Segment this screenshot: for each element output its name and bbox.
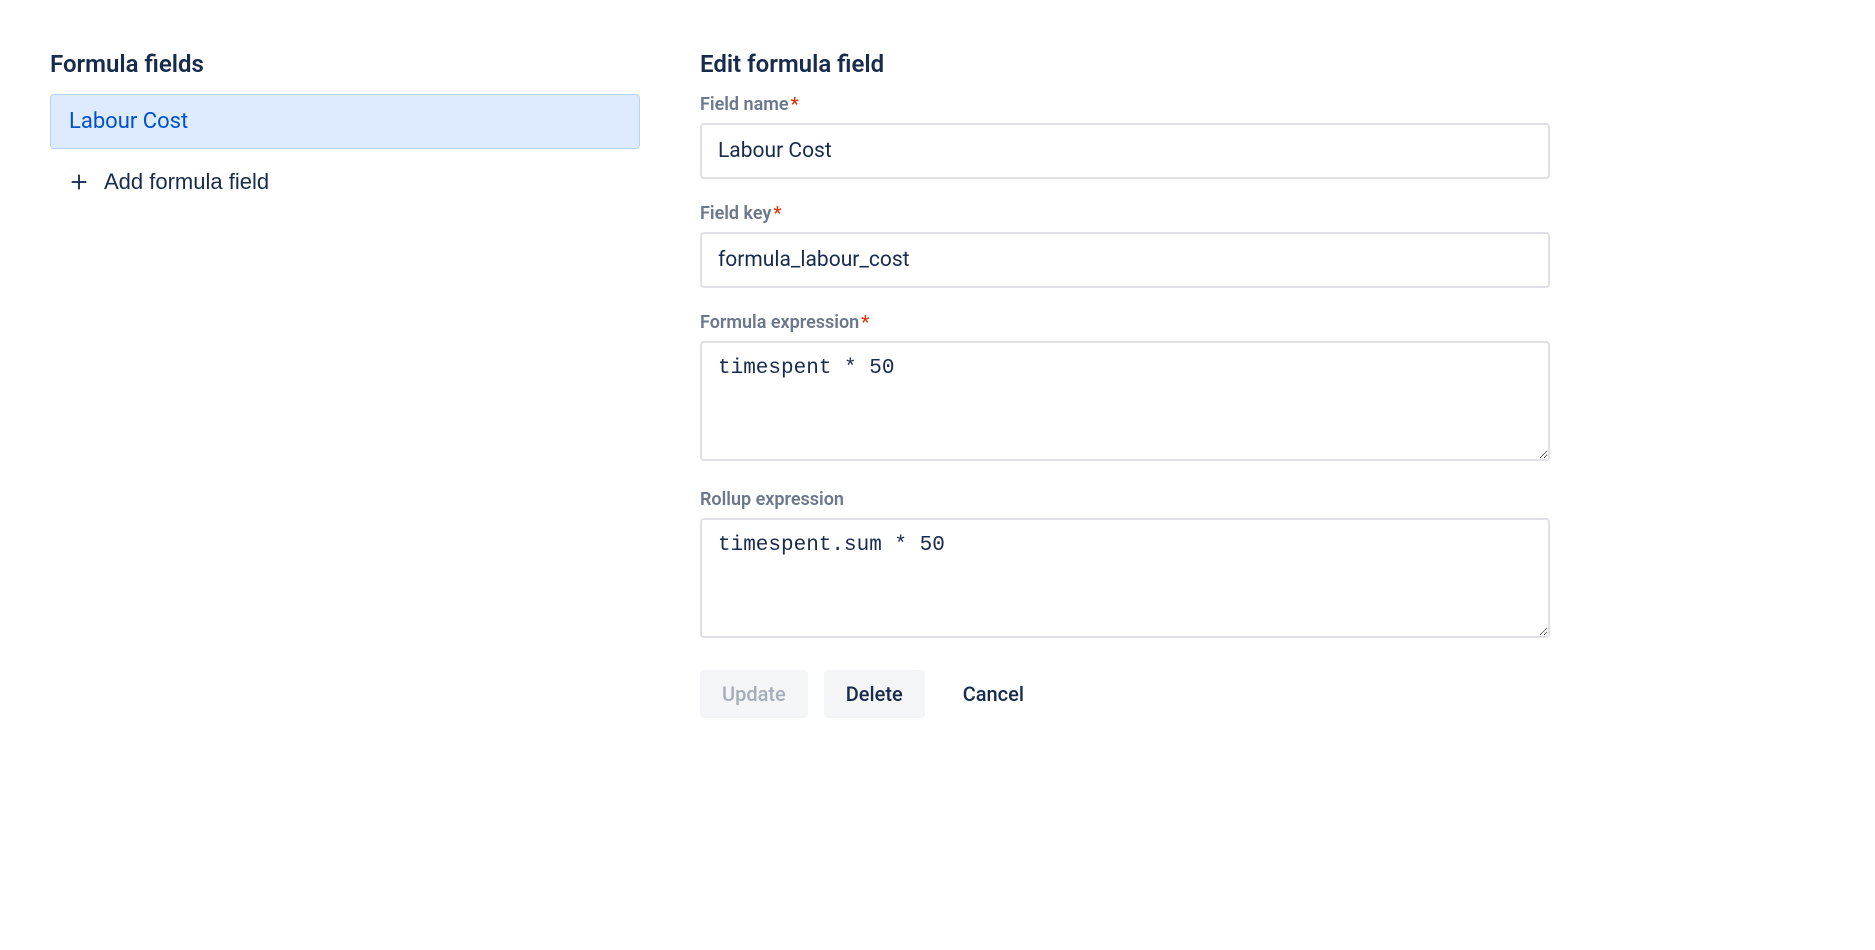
field-key-label: Field key* [700,203,1550,224]
cancel-button[interactable]: Cancel [941,670,1046,718]
field-list: Labour Cost [50,94,640,149]
field-key-group: Field key* [700,203,1550,288]
formula-expression-group: Formula expression* [700,312,1550,465]
rollup-expression-textarea[interactable] [700,518,1550,638]
add-button-label: Add formula field [104,169,269,195]
rollup-expression-group: Rollup expression [700,489,1550,642]
required-asterisk: * [791,94,799,115]
plus-icon [68,171,90,193]
rollup-expression-label: Rollup expression [700,489,1550,510]
required-asterisk: * [861,312,869,333]
add-formula-field-button[interactable]: Add formula field [50,153,640,211]
field-key-input[interactable] [700,232,1550,288]
field-name-input[interactable] [700,123,1550,179]
form-heading: Edit formula field [700,50,1550,78]
required-asterisk: * [773,203,781,224]
formula-fields-sidebar: Formula fields Labour Cost Add formula f… [50,50,640,718]
formula-expression-label: Formula expression* [700,312,1550,333]
form-button-row: Update Delete Cancel [700,670,1550,718]
sidebar-heading: Formula fields [50,50,640,78]
delete-button[interactable]: Delete [824,670,925,718]
update-button[interactable]: Update [700,670,808,718]
edit-formula-form: Edit formula field Field name* Field key… [700,50,1550,718]
field-name-label: Field name* [700,94,1550,115]
field-name-group: Field name* [700,94,1550,179]
field-list-item-label: Labour Cost [69,109,188,134]
formula-expression-textarea[interactable] [700,341,1550,461]
field-list-item-labour-cost[interactable]: Labour Cost [50,94,640,149]
